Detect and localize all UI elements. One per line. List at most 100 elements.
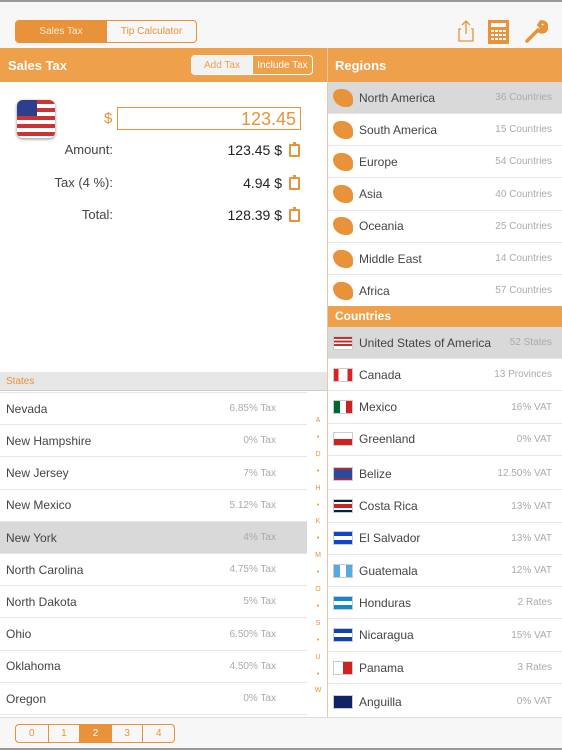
regions-title: Regions <box>335 58 387 73</box>
state-row[interactable]: North Carolina 4.75% Tax <box>0 554 307 587</box>
decimals-option-2[interactable]: 2 <box>79 725 111 742</box>
states-header: States <box>0 372 327 391</box>
tab-tip-calculator[interactable]: Tip Calculator <box>106 21 196 42</box>
index-letter[interactable]: A <box>312 417 324 424</box>
state-row[interactable]: Oklahoma 4.50% Tax <box>0 651 307 683</box>
bottom-toolbar: 01234 <box>0 717 562 750</box>
index-letter[interactable]: • <box>312 502 324 509</box>
country-name: Guatemala <box>359 563 418 578</box>
index-letter[interactable]: S <box>312 620 324 627</box>
country-info: 52 States <box>509 337 552 348</box>
state-name: North Dakota <box>6 594 77 609</box>
index-letter[interactable]: U <box>312 654 324 661</box>
state-name: New Mexico <box>6 498 72 513</box>
us-flag-icon <box>17 100 55 138</box>
decimals-option-1[interactable]: 1 <box>47 725 80 742</box>
region-name: South America <box>359 122 438 137</box>
clipboard-icon[interactable] <box>289 175 300 190</box>
state-rate: 6.50% Tax <box>229 628 276 640</box>
include-tax-button[interactable]: Include Tax <box>251 56 312 74</box>
region-name: Middle East <box>359 251 422 266</box>
state-row[interactable]: Nevada 6.85% Tax <box>0 393 307 426</box>
country-row[interactable]: Anguilla 0% VAT <box>328 686 562 718</box>
country-info: 3 Rates <box>517 662 552 673</box>
country-row[interactable]: Belize 12.50% VAT <box>328 458 562 491</box>
region-count: 25 Countries <box>495 220 552 232</box>
index-letter[interactable]: • <box>312 535 324 542</box>
country-row[interactable]: Nicaragua 15% VAT <box>328 620 562 652</box>
country-flag-icon <box>333 367 353 382</box>
country-flag-icon <box>333 335 353 350</box>
state-name: New Hampshire <box>6 433 92 448</box>
country-row[interactable]: Guatemala 12% VAT <box>328 555 562 588</box>
index-letter[interactable]: K <box>312 518 324 525</box>
state-rate: 5% Tax <box>243 596 276 608</box>
index-letter[interactable]: • <box>312 603 324 610</box>
country-name: Honduras <box>359 595 412 610</box>
total-label: Total: <box>81 207 113 222</box>
region-row[interactable]: South America 15 Countries <box>328 114 562 147</box>
state-row[interactable]: North Dakota 5% Tax <box>0 586 307 619</box>
country-name: Anguilla <box>359 694 402 709</box>
country-row[interactable]: Honduras 2 Rates <box>328 587 562 620</box>
index-letter[interactable]: • <box>312 468 324 475</box>
country-row[interactable]: Mexico 16% VAT <box>328 392 562 424</box>
currency-symbol: $ <box>104 110 113 127</box>
country-name: El Salvador <box>359 531 421 546</box>
country-row[interactable]: Canada 13 Provinces <box>328 359 562 392</box>
clipboard-icon[interactable] <box>289 207 300 222</box>
country-row[interactable]: United States of America 52 States <box>328 327 562 359</box>
index-letter[interactable]: • <box>312 434 324 441</box>
region-row[interactable]: North America 36 Countries <box>328 82 562 114</box>
country-info: 12.50% VAT <box>497 468 552 480</box>
country-row[interactable]: Panama 3 Rates <box>328 652 562 684</box>
region-row[interactable]: Europe 54 Countries <box>328 146 562 179</box>
countries-list[interactable]: United States of America 52 States Canada 1… <box>328 327 562 718</box>
index-letter[interactable]: H <box>312 485 324 492</box>
calculator-icon[interactable] <box>488 20 509 44</box>
clipboard-icon[interactable] <box>289 142 300 157</box>
country-row[interactable]: El Salvador 13% VAT <box>328 523 562 555</box>
country-flag-icon <box>333 628 353 643</box>
decimals-option-4[interactable]: 4 <box>142 725 174 742</box>
decimals-option-0[interactable]: 0 <box>16 725 48 742</box>
amount-input[interactable]: 123.45 <box>117 107 301 130</box>
index-letter[interactable]: • <box>312 671 324 678</box>
add-tax-button[interactable]: Add Tax <box>192 56 252 74</box>
index-letter[interactable]: W <box>312 687 324 694</box>
state-row[interactable]: New Hampshire 0% Tax <box>0 425 307 458</box>
state-row[interactable]: Ohio 6.50% Tax <box>0 619 307 651</box>
wrench-icon[interactable] <box>524 20 548 44</box>
state-name: North Carolina <box>6 562 84 577</box>
country-flag-icon <box>333 432 353 447</box>
index-letter[interactable]: • <box>312 637 324 644</box>
continent-map-icon <box>333 185 353 204</box>
state-rate: 4.50% Tax <box>229 660 276 672</box>
index-letter[interactable]: O <box>312 586 324 593</box>
state-row[interactable]: New York 4% Tax <box>0 522 307 554</box>
region-row[interactable]: Oceania 25 Countries <box>328 211 562 243</box>
country-name: Mexico <box>359 400 398 415</box>
region-count: 14 Countries <box>495 253 552 264</box>
countries-header: Countries <box>328 306 562 327</box>
region-row[interactable]: Africa 57 Countries <box>328 275 562 308</box>
country-row[interactable]: Greenland 0% VAT <box>328 424 562 456</box>
total-value: 128.39 $ <box>227 207 283 223</box>
region-row[interactable]: Asia 40 Countries <box>328 179 562 211</box>
tab-sales-tax[interactable]: Sales Tax <box>16 21 106 42</box>
index-letter[interactable]: M <box>312 552 324 559</box>
country-name: Greenland <box>359 432 416 447</box>
state-row[interactable]: New Mexico 5.12% Tax <box>0 490 307 522</box>
country-row[interactable]: Costa Rica 13% VAT <box>328 491 562 523</box>
region-row[interactable]: Middle East 14 Countries <box>328 243 562 275</box>
share-icon[interactable] <box>458 20 474 42</box>
country-name: Costa Rica <box>359 499 418 513</box>
decimals-option-3[interactable]: 3 <box>110 725 143 742</box>
state-row[interactable]: Oregon 0% Tax <box>0 683 307 715</box>
country-flag-icon <box>333 531 353 546</box>
states-list[interactable]: Nebraska5.50% TaxNevada6.85% TaxNew Hamp… <box>0 373 327 717</box>
index-letter[interactable]: D <box>312 451 324 458</box>
index-letter[interactable]: • <box>312 569 324 576</box>
state-row[interactable]: New Jersey 7% Tax <box>0 458 307 490</box>
country-info: 0% VAT <box>516 433 552 445</box>
